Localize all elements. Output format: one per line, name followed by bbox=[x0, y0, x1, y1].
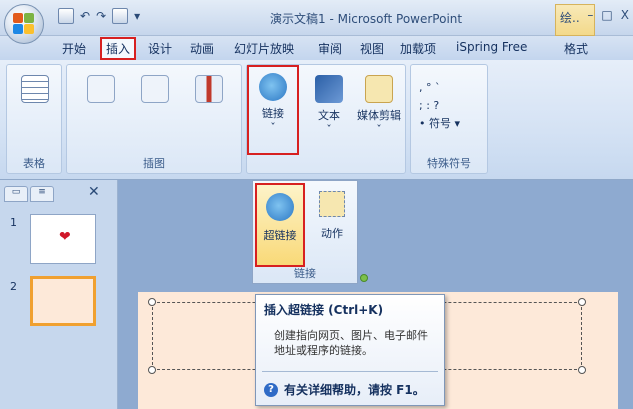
tooltip-help-text: 有关详细帮助，请按 F1。 bbox=[284, 383, 425, 397]
hyperlink-tooltip: 插入超链接 (Ctrl+K) 创建指向网页、图片、电子邮件地址或程序的链接。 ?… bbox=[255, 294, 445, 406]
office-button[interactable] bbox=[4, 4, 44, 44]
picture-button[interactable] bbox=[75, 69, 127, 149]
slide-thumbnail-1[interactable]: ❤ bbox=[30, 214, 96, 264]
tab-home[interactable]: 开始 bbox=[62, 40, 86, 57]
action-button[interactable]: 动作 bbox=[309, 183, 355, 267]
tab-ispring[interactable]: iSpring Free bbox=[456, 40, 527, 54]
group-label-illustrations: 插图 bbox=[143, 157, 165, 170]
symbol-row-2: ; : ? bbox=[419, 99, 440, 112]
pane-tabs: ▭ ≡ bbox=[4, 186, 54, 202]
group-links: 链接 ˇ 文本 ˇ 媒体剪辑 ˇ bbox=[246, 64, 406, 174]
tab-design[interactable]: 设计 bbox=[148, 40, 172, 57]
media-icon bbox=[365, 75, 393, 103]
tooltip-divider bbox=[262, 371, 438, 372]
clipart-icon bbox=[141, 75, 169, 103]
ribbon: 表格 插图 链接 ˇ 文本 ˇ 媒体剪辑 ˇ , ° ˋ ;: ? • 符号 … bbox=[0, 60, 633, 180]
group-special-symbols: , ° ˋ ; : ? • 符号 ▾ 特殊符号 bbox=[410, 64, 488, 174]
resize-handle[interactable] bbox=[148, 366, 156, 374]
help-icon: ? bbox=[264, 382, 278, 397]
action-label: 动作 bbox=[321, 227, 343, 240]
slide-number: 1 bbox=[10, 216, 17, 229]
star-cursor-icon bbox=[319, 191, 345, 217]
tab-view[interactable]: 视图 bbox=[360, 40, 384, 57]
chevron-down-icon: ˇ bbox=[270, 121, 276, 134]
group-table: 表格 bbox=[6, 64, 62, 174]
link-icon bbox=[259, 73, 287, 101]
text-button[interactable]: 文本 ˇ bbox=[303, 69, 355, 149]
resize-handle[interactable] bbox=[578, 298, 586, 306]
hyperlink-button[interactable]: 超链接 bbox=[255, 183, 305, 267]
text-icon bbox=[315, 75, 343, 103]
group-label-special-symbols: 特殊符号 bbox=[427, 157, 471, 170]
tooltip-body: 创建指向网页、图片、电子邮件地址或程序的链接。 bbox=[274, 329, 428, 357]
clipart-button[interactable] bbox=[129, 69, 181, 149]
picture-icon bbox=[87, 75, 115, 103]
group-label-table: 表格 bbox=[23, 157, 45, 170]
tooltip-title: 插入超链接 (Ctrl+K) bbox=[264, 303, 384, 317]
slides-tab[interactable]: ▭ bbox=[4, 186, 28, 202]
maximize-button[interactable]: □ bbox=[601, 8, 612, 22]
qat-dropdown-icon[interactable]: ▾ bbox=[134, 9, 140, 23]
close-pane-icon[interactable]: ✕ bbox=[88, 184, 100, 200]
rotation-handle[interactable] bbox=[360, 274, 368, 282]
tab-review[interactable]: 审阅 bbox=[318, 40, 342, 57]
tab-format[interactable]: 格式 bbox=[564, 40, 588, 57]
close-button[interactable]: X bbox=[621, 8, 629, 22]
chevron-down-icon: ˇ bbox=[376, 123, 382, 136]
quick-access-toolbar: ↶ ↷ ▾ bbox=[58, 8, 140, 24]
group-label-link: 链接 bbox=[294, 267, 316, 280]
undo-icon[interactable]: ↶ bbox=[80, 9, 90, 23]
link-button[interactable]: 链接 ˇ bbox=[247, 65, 299, 155]
chart-icon bbox=[195, 75, 223, 103]
media-button[interactable]: 媒体剪辑 ˇ bbox=[351, 69, 407, 149]
title-bar: ↶ ↷ ▾ 演示文稿1 - Microsoft PowerPoint 绘.. –… bbox=[0, 0, 633, 36]
heart-icon: ❤ bbox=[59, 229, 71, 245]
slide-thumbnail-2[interactable] bbox=[30, 276, 96, 326]
format-painter-icon[interactable] bbox=[112, 8, 129, 24]
slide-number: 2 bbox=[10, 280, 17, 293]
tooltip-help: ? 有关详细帮助，请按 F1。 bbox=[264, 381, 425, 398]
tab-addins[interactable]: 加载项 bbox=[400, 40, 436, 57]
link-label: 链接 bbox=[262, 107, 284, 120]
hyperlink-label: 超链接 bbox=[263, 229, 297, 242]
chart-button[interactable] bbox=[183, 69, 235, 149]
chevron-down-icon: ˇ bbox=[326, 123, 332, 136]
minimize-button[interactable]: – bbox=[587, 8, 593, 22]
outline-tab[interactable]: ≡ bbox=[30, 186, 54, 202]
resize-handle[interactable] bbox=[578, 366, 586, 374]
symbol-label: 符号 bbox=[429, 117, 451, 130]
window-controls: – □ X bbox=[587, 8, 629, 22]
symbol-row-1: , ° ˋ bbox=[419, 81, 441, 94]
table-button[interactable] bbox=[9, 69, 61, 149]
link-dropdown: 超链接 动作 链接 bbox=[252, 180, 358, 284]
save-icon[interactable] bbox=[58, 8, 74, 24]
resize-handle[interactable] bbox=[148, 298, 156, 306]
text-label: 文本 bbox=[318, 109, 340, 122]
redo-icon[interactable]: ↷ bbox=[96, 9, 106, 23]
tab-insert[interactable]: 插入 bbox=[100, 37, 137, 60]
office-logo-icon bbox=[13, 13, 35, 35]
tab-slideshow[interactable]: 幻灯片放映 bbox=[234, 40, 294, 57]
group-illustrations: 插图 bbox=[66, 64, 242, 174]
tab-animations[interactable]: 动画 bbox=[190, 40, 214, 57]
media-label: 媒体剪辑 bbox=[357, 109, 401, 122]
ribbon-tabs: 开始 插入 设计 动画 幻灯片放映 审阅 视图 加载项 iSpring Free… bbox=[0, 36, 633, 60]
globe-link-icon bbox=[266, 193, 294, 221]
table-icon bbox=[21, 75, 49, 103]
window-title: 演示文稿1 - Microsoft PowerPoint bbox=[270, 12, 463, 26]
slides-pane: ▭ ≡ ✕ 1 ❤ 2 bbox=[0, 180, 118, 409]
symbol-button[interactable]: • 符号 ▾ bbox=[419, 115, 460, 133]
symbol-grid[interactable]: , ° ˋ ; : ? • 符号 ▾ bbox=[419, 79, 460, 133]
